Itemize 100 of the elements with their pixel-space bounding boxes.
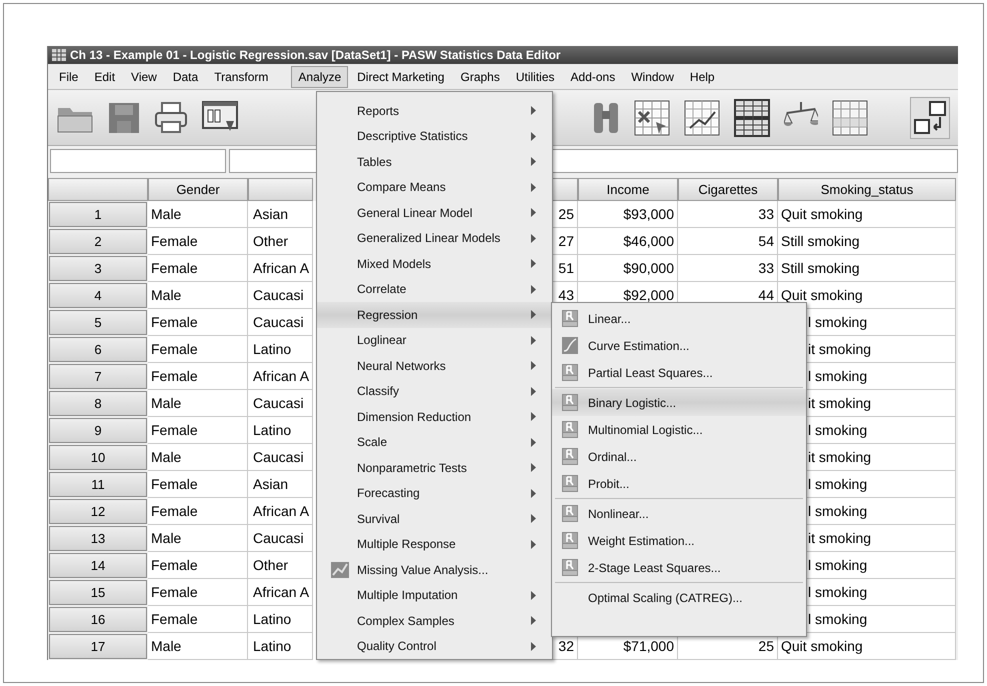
menu-item[interactable]: View — [124, 66, 164, 88]
row-number: 8 — [49, 391, 147, 416]
table-cell-text: 43 — [558, 286, 574, 304]
menu-item[interactable]: Loglinear — [317, 328, 552, 353]
table-cell-text: 27 — [558, 232, 574, 250]
table-cell-text: 44 — [758, 286, 774, 304]
menu-item[interactable]: Window — [624, 66, 681, 88]
row-number: 17 — [49, 634, 147, 659]
app-icon — [52, 49, 66, 61]
table-cell-text: 32 — [558, 636, 574, 656]
menu-item[interactable]: Compare Means — [317, 174, 552, 200]
table-cell-text: $46,000 — [623, 232, 674, 250]
submenu-arrow-icon — [531, 336, 536, 345]
menu-item[interactable]: Probit... — [552, 470, 806, 497]
menu-item[interactable]: Generalized Linear Models — [317, 226, 552, 251]
menu-item[interactable]: 2-Stage Least Squares... — [552, 554, 806, 581]
table-cell-text: Male — [151, 636, 182, 656]
menu-item[interactable]: Multiple Response — [317, 532, 552, 557]
table-cell-text: l smoking — [808, 610, 868, 629]
menu-item[interactable]: Scale — [317, 430, 552, 455]
table-cell-text: Caucasi — [253, 448, 304, 466]
table-cell-text: l smoking — [808, 582, 868, 602]
table-cell-text: Female — [151, 502, 198, 520]
menu-item[interactable]: Tables — [317, 149, 552, 174]
menu-item[interactable]: Add-ons — [564, 66, 622, 88]
row-number: 6 — [49, 337, 147, 362]
submenu-arrow-icon — [531, 259, 536, 268]
table-cell-text: l smoking — [808, 474, 868, 494]
row-number: 12 — [49, 499, 147, 524]
submenu-arrow-icon — [531, 514, 536, 524]
menu-item[interactable]: Data — [166, 66, 206, 88]
menu-item[interactable]: Analyze — [291, 66, 348, 88]
table-icon[interactable] — [832, 100, 868, 136]
table-cell-text: Asian — [253, 204, 288, 224]
row-number: 4 — [49, 283, 147, 308]
menu-item[interactable]: Direct Marketing — [350, 66, 452, 88]
menu-item[interactable]: Edit — [87, 66, 122, 88]
menu-item[interactable]: Transform — [207, 66, 276, 88]
menu-item[interactable]: Missing Value Analysis... — [317, 557, 552, 582]
menu-item[interactable]: File — [52, 66, 86, 88]
value-labels-button[interactable] — [910, 96, 950, 138]
menu-item[interactable]: Graphs — [453, 66, 507, 88]
menu-item[interactable]: Classify — [317, 378, 552, 404]
table-cell-text: Male — [151, 204, 182, 224]
table-cell-text: Female — [151, 582, 198, 602]
table-cell-text: 33 — [758, 258, 774, 278]
menu-item[interactable]: Reports — [317, 98, 552, 124]
table-cell-text: Other — [253, 232, 288, 250]
menu-item[interactable]: Partial Least Squares... — [552, 359, 806, 386]
table-cell-text: 25 — [558, 204, 574, 224]
menu-item[interactable]: Forecasting — [317, 480, 552, 506]
menu-item[interactable]: Multinomial Logistic... — [552, 416, 806, 443]
submenu-arrow-icon — [531, 590, 536, 600]
column-header — [248, 178, 313, 201]
split-table-icon[interactable] — [734, 98, 770, 136]
chart-table-icon[interactable] — [684, 100, 720, 136]
menu-item[interactable]: Multiple Imputation — [317, 582, 552, 608]
menu-item[interactable]: Nonlinear... — [552, 500, 806, 527]
column-header: Income — [578, 178, 678, 201]
submenu-arrow-icon — [531, 157, 536, 166]
binoculars-icon[interactable] — [592, 100, 620, 134]
table-cell-text: African A — [253, 366, 310, 386]
menu-item[interactable]: Correlate — [317, 276, 552, 302]
submenu-arrow-icon — [531, 106, 536, 116]
submenu-arrow-icon — [531, 463, 536, 472]
table-cell-text: 33 — [758, 204, 774, 224]
menu-item[interactable]: Descriptive Statistics — [317, 124, 552, 149]
menu-item[interactable]: General Linear Model — [317, 200, 552, 226]
table-cell-text: l smoking — [808, 556, 868, 575]
cell-name-field[interactable] — [50, 149, 226, 173]
menu-item[interactable]: Linear... — [552, 305, 806, 332]
regression-icon — [562, 505, 578, 522]
menu-item[interactable]: Optimal Scaling (CATREG)... — [552, 584, 806, 611]
missing-values-icon — [331, 562, 349, 578]
table-cell-text: Latino — [253, 610, 292, 628]
menu-item[interactable]: Survival — [317, 506, 552, 532]
menu-item[interactable]: Regression — [317, 302, 552, 328]
table-cell-text: Female — [151, 312, 198, 332]
table-cell-text: African A — [253, 258, 310, 278]
row-number: 11 — [49, 472, 147, 497]
menu-item[interactable]: Curve Estimation... — [552, 332, 806, 359]
print-icon[interactable] — [154, 102, 188, 134]
row-number: 2 — [49, 229, 147, 254]
insert-cases-icon[interactable] — [634, 100, 670, 136]
regression-icon — [562, 559, 578, 576]
menu-item[interactable]: Dimension Reduction — [317, 404, 552, 430]
table-cell-text: 54 — [758, 232, 774, 250]
table-cell-text: African A — [253, 582, 310, 602]
menu-item[interactable]: Mixed Models — [317, 251, 552, 276]
menu-item[interactable]: Quality Control — [317, 634, 552, 659]
regression-icon — [562, 310, 578, 327]
menu-item[interactable]: Complex Samples — [317, 608, 552, 634]
save-icon[interactable] — [108, 102, 140, 134]
menu-item[interactable]: Neural Networks — [317, 353, 552, 378]
menu-item[interactable]: Ordinal... — [552, 443, 806, 470]
menu-item[interactable]: Utilities — [508, 66, 562, 88]
menu-item[interactable]: Weight Estimation... — [552, 527, 806, 554]
menu-item[interactable]: Help — [682, 66, 722, 88]
menu-item[interactable]: Nonparametric Tests — [317, 455, 552, 480]
menu-item[interactable]: Binary Logistic... — [552, 389, 806, 416]
